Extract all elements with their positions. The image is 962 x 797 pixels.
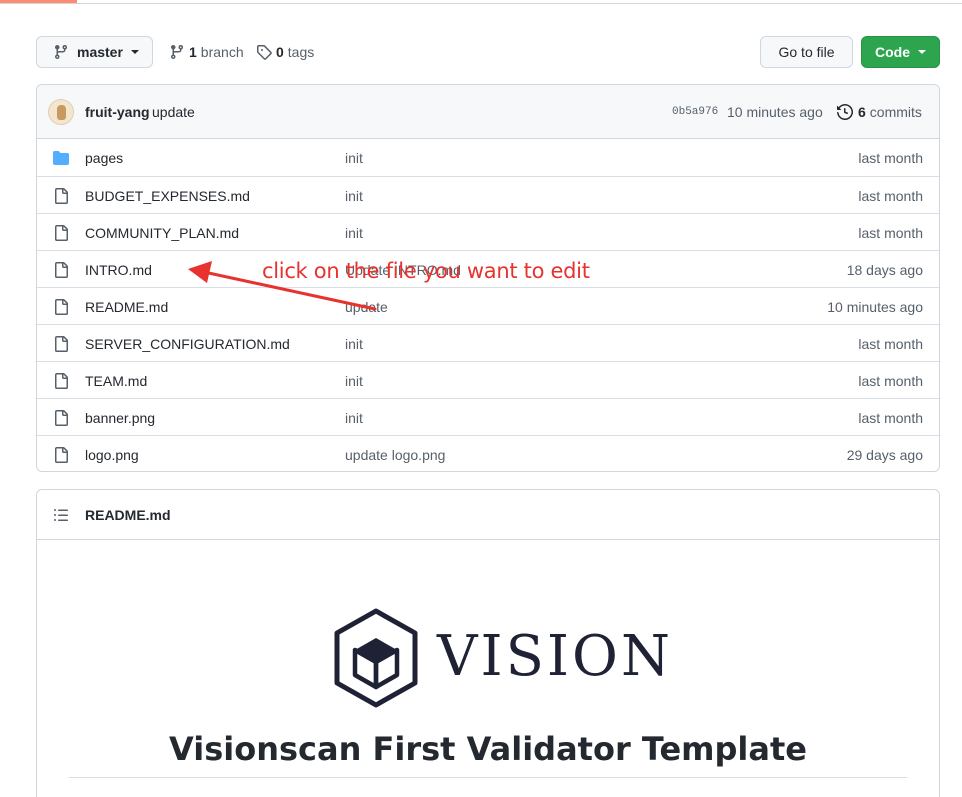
- file-row[interactable]: TEAM.md init last month: [37, 361, 939, 398]
- file-name-link[interactable]: SERVER_CONFIGURATION.md: [85, 336, 290, 352]
- avatar[interactable]: [48, 99, 74, 125]
- file-row[interactable]: pages init last month: [37, 139, 939, 176]
- tags-link[interactable]: 0 tags: [256, 36, 314, 68]
- commit-message-link[interactable]: update: [152, 104, 195, 120]
- file-commit-message-link[interactable]: init: [345, 410, 363, 426]
- file-commit-message-link[interactable]: update logo.png: [345, 447, 445, 463]
- commit-author-link[interactable]: fruit-yang: [85, 104, 150, 120]
- cube-logo-icon: [334, 608, 418, 708]
- chevron-down-icon: [918, 50, 926, 54]
- readme-heading: Visionscan First Validator Template: [169, 730, 807, 768]
- file-commit-message-link[interactable]: init: [345, 225, 363, 241]
- file-row[interactable]: COMMUNITY_PLAN.md init last month: [37, 213, 939, 250]
- chevron-down-icon: [130, 50, 139, 54]
- file-last-modified: last month: [858, 373, 923, 389]
- go-to-file-button[interactable]: Go to file: [760, 36, 853, 68]
- file-icon: [55, 336, 68, 352]
- file-last-modified: last month: [858, 188, 923, 204]
- annotation-text: click on the file you want to edit: [262, 259, 590, 283]
- file-icon: [55, 373, 68, 389]
- tags-count: 0: [276, 44, 284, 60]
- code-label: Code: [875, 44, 910, 60]
- branch-select-button[interactable]: master: [36, 36, 153, 68]
- file-icon: [55, 410, 68, 426]
- branches-label: branch: [200, 44, 244, 60]
- heading-divider: [69, 777, 907, 778]
- branches-count: 1: [189, 44, 197, 60]
- file-name-link[interactable]: INTRO.md: [85, 262, 152, 278]
- file-name-link[interactable]: logo.png: [85, 447, 139, 463]
- file-last-modified: last month: [858, 225, 923, 241]
- tags-label: tags: [287, 44, 315, 60]
- git-branch-icon: [170, 45, 183, 60]
- tag-icon: [257, 45, 272, 60]
- file-row[interactable]: SERVER_CONFIGURATION.md init last month: [37, 324, 939, 361]
- file-name-link[interactable]: BUDGET_EXPENSES.md: [85, 188, 250, 204]
- file-name-link[interactable]: pages: [85, 150, 123, 166]
- file-commit-message-link[interactable]: init: [345, 336, 363, 352]
- readme-panel: README.md VISION Visionscan First Valida…: [36, 489, 940, 797]
- file-commit-message-link[interactable]: update: [345, 299, 388, 315]
- logo-wordmark: VISION: [437, 624, 673, 689]
- commits-label: commits: [869, 104, 922, 120]
- file-name-link[interactable]: TEAM.md: [85, 373, 147, 389]
- file-name-link[interactable]: README.md: [85, 299, 168, 315]
- history-icon: [837, 104, 853, 120]
- git-branch-icon: [54, 45, 67, 60]
- folder-icon: [53, 151, 69, 165]
- latest-commit-bar: fruit-yang update 0b5a976 10 minutes ago…: [37, 85, 939, 139]
- readme-title-link[interactable]: README.md: [85, 507, 171, 523]
- file-name-link[interactable]: COMMUNITY_PLAN.md: [85, 225, 239, 241]
- file-name-link[interactable]: banner.png: [85, 410, 155, 426]
- file-commit-message-link[interactable]: init: [345, 188, 363, 204]
- file-commit-message-link[interactable]: init: [345, 150, 363, 166]
- file-last-modified: last month: [858, 410, 923, 426]
- commits-history-link[interactable]: 6 commits: [837, 101, 922, 123]
- file-row[interactable]: logo.png update logo.png 29 days ago: [37, 435, 939, 471]
- file-row[interactable]: BUDGET_EXPENSES.md init last month: [37, 176, 939, 213]
- commits-count: 6: [858, 104, 866, 120]
- file-icon: [55, 262, 68, 278]
- list-unordered-icon[interactable]: [53, 507, 69, 523]
- readme-header: README.md: [37, 490, 939, 540]
- file-row[interactable]: README.md update 10 minutes ago: [37, 287, 939, 324]
- top-nav-divider: [0, 0, 962, 4]
- file-last-modified: last month: [858, 150, 923, 166]
- repo-toolbar: master 1 branch 0 tags Go to file Code: [36, 36, 940, 68]
- go-to-file-label: Go to file: [778, 44, 835, 60]
- vision-logo: VISION: [331, 608, 670, 710]
- branches-link[interactable]: 1 branch: [169, 36, 244, 68]
- file-icon: [55, 188, 68, 204]
- code-button[interactable]: Code: [861, 36, 940, 68]
- file-last-modified: 29 days ago: [846, 447, 923, 463]
- file-icon: [55, 299, 68, 315]
- file-commit-message-link[interactable]: init: [345, 373, 363, 389]
- file-last-modified: 10 minutes ago: [827, 299, 923, 315]
- file-icon: [55, 225, 68, 241]
- file-last-modified: 18 days ago: [846, 262, 923, 278]
- commit-time: 10 minutes ago: [727, 104, 823, 120]
- commit-sha-link[interactable]: 0b5a976: [672, 106, 718, 118]
- file-last-modified: last month: [858, 336, 923, 352]
- file-icon: [55, 447, 68, 463]
- file-list: pages init last month BUDGET_EXPENSES.md ini…: [37, 139, 939, 471]
- file-row[interactable]: banner.png init last month: [37, 398, 939, 435]
- active-tab-underline: [0, 0, 77, 3]
- branch-name: master: [77, 44, 123, 60]
